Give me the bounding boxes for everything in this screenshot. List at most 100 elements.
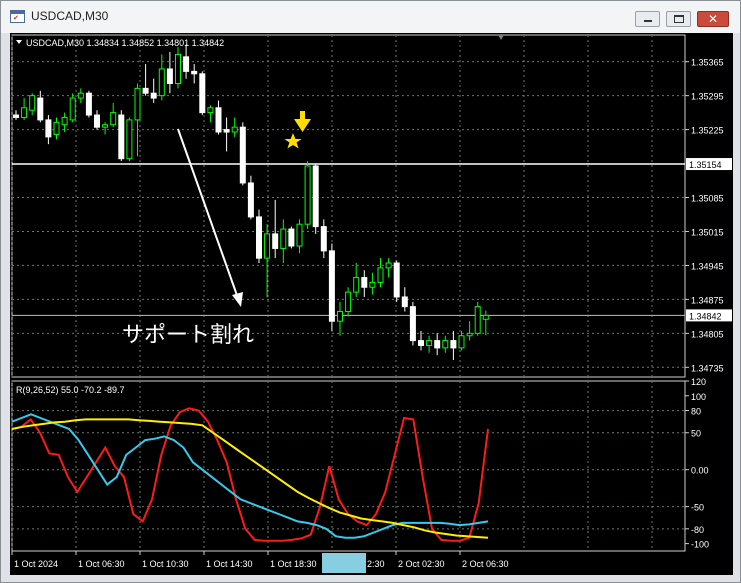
price-level-tag-label: 1.35154 xyxy=(689,160,722,170)
candle-body xyxy=(442,340,449,349)
candle-body xyxy=(320,226,327,252)
candle-body xyxy=(482,314,489,320)
indicator-tick-label: 50 xyxy=(691,429,701,439)
price-tick-label: 1.35085 xyxy=(691,194,724,204)
candle-body xyxy=(215,107,222,133)
candle-body xyxy=(118,114,125,160)
maximize-icon xyxy=(674,15,684,23)
price-tick-label: 1.35365 xyxy=(691,58,724,68)
candle-body xyxy=(126,119,133,160)
app-icon-glyph: ✔ xyxy=(13,14,19,22)
candle-body xyxy=(45,119,52,138)
title-bar[interactable]: ✔ USDCAD,M30 ✕ xyxy=(1,1,740,33)
price-chart[interactable]: 1.35365 1.35295 1.35225 1.35085 1.35015 1.349… xyxy=(10,33,733,575)
indicator-tick-label: -50 xyxy=(691,503,704,513)
candle-body xyxy=(345,291,352,313)
price-tick-label: 1.35015 xyxy=(691,227,724,237)
candle-body xyxy=(21,107,28,118)
candle-body xyxy=(272,233,279,249)
minimize-icon xyxy=(644,20,652,22)
candle-body xyxy=(94,114,100,128)
candle-body xyxy=(142,87,149,94)
candle-body xyxy=(474,306,481,334)
candle-body xyxy=(175,53,181,85)
candle-body xyxy=(296,223,303,247)
time-cursor-highlight xyxy=(322,553,366,573)
candle-body xyxy=(450,340,457,349)
main-panel-frame xyxy=(11,34,686,378)
candle-body xyxy=(361,277,368,288)
time-axis-label: 1 Oct 2024 xyxy=(14,559,58,569)
time-axis-label: 1 Oct 10:30 xyxy=(142,559,189,569)
price-tick-label: 1.34805 xyxy=(691,329,724,339)
indicator-tick-label: -80 xyxy=(691,525,704,535)
candle-body xyxy=(29,95,36,111)
candle-body xyxy=(418,340,424,346)
time-axis-label-partial: 2:30 xyxy=(367,559,385,569)
candle-body xyxy=(409,306,416,342)
candle-body xyxy=(134,87,141,121)
candle-body xyxy=(353,277,360,293)
window-title: USDCAD,M30 xyxy=(31,9,109,23)
candle-body xyxy=(256,216,262,259)
candle-body xyxy=(377,267,384,283)
candle-body xyxy=(199,73,206,114)
candle-body xyxy=(102,124,109,128)
candle-body xyxy=(223,129,230,133)
time-axis-label: 2 Oct 02:30 xyxy=(398,559,445,569)
maximize-button[interactable] xyxy=(666,11,691,27)
indicator-panel-frame xyxy=(11,380,686,552)
price-tick-label: 1.35295 xyxy=(691,92,724,102)
candle-body xyxy=(369,281,376,288)
symbol-info-label: USDCAD,M30 1.34834 1.34852 1.34801 1.348… xyxy=(26,38,224,48)
annotation-text: サポート割れ xyxy=(122,322,254,347)
chart-window: ✔ USDCAD,M30 ✕ 1.35365 1.35295 1.35225 1.35… xyxy=(0,0,741,583)
candle-body xyxy=(207,107,214,114)
price-tick-label: 1.34875 xyxy=(691,295,724,305)
candle-body xyxy=(77,92,84,99)
close-button[interactable]: ✕ xyxy=(697,11,729,27)
candle-body xyxy=(328,250,335,322)
candle-body xyxy=(166,68,173,85)
candle-body xyxy=(53,121,60,135)
time-axis-label: 1 Oct 18:30 xyxy=(270,559,317,569)
indicator-tick-label: 0.00 xyxy=(691,466,709,476)
candle-body xyxy=(264,233,271,259)
candle-body xyxy=(69,97,76,121)
indicator-label: R(9,26,52) 55.0 -70.2 -89.7 xyxy=(16,385,125,395)
candle-body xyxy=(401,296,408,308)
candle-body xyxy=(458,335,465,349)
indicator-tick-label: -100 xyxy=(691,540,709,550)
close-icon: ✕ xyxy=(708,12,719,26)
candle-body xyxy=(61,116,68,126)
price-tick-label: 1.34735 xyxy=(691,363,724,373)
candle-body xyxy=(231,126,238,133)
candle-body xyxy=(288,228,295,247)
candle-body xyxy=(304,165,311,225)
candle-body xyxy=(85,92,92,116)
chart-app-icon: ✔ xyxy=(10,10,25,23)
candle-body xyxy=(150,92,157,99)
time-axis-label: 1 Oct 06:30 xyxy=(78,559,125,569)
candle-body xyxy=(191,70,198,75)
price-level-tag-label: 1.34842 xyxy=(689,311,722,321)
candle-body xyxy=(466,332,473,337)
candle-body xyxy=(280,228,287,249)
candle-body xyxy=(312,165,319,228)
candle-body xyxy=(393,262,400,298)
indicator-tick-label: 80 xyxy=(691,407,701,417)
candle-body xyxy=(385,262,392,269)
candle-body xyxy=(13,114,19,118)
time-axis-label: 2 Oct 06:30 xyxy=(462,559,509,569)
candle-body xyxy=(247,182,254,218)
minimize-button[interactable] xyxy=(635,11,660,27)
price-tick-label: 1.34945 xyxy=(691,261,724,271)
candle-body xyxy=(426,340,433,346)
indicator-tick-label: 100 xyxy=(691,392,706,402)
candle-body xyxy=(110,112,117,126)
candle-body xyxy=(158,68,165,97)
candle-body xyxy=(434,340,441,349)
candle-body xyxy=(37,97,44,121)
time-axis-label: 1 Oct 14:30 xyxy=(206,559,253,569)
indicator-tick-label: 120 xyxy=(691,377,706,387)
